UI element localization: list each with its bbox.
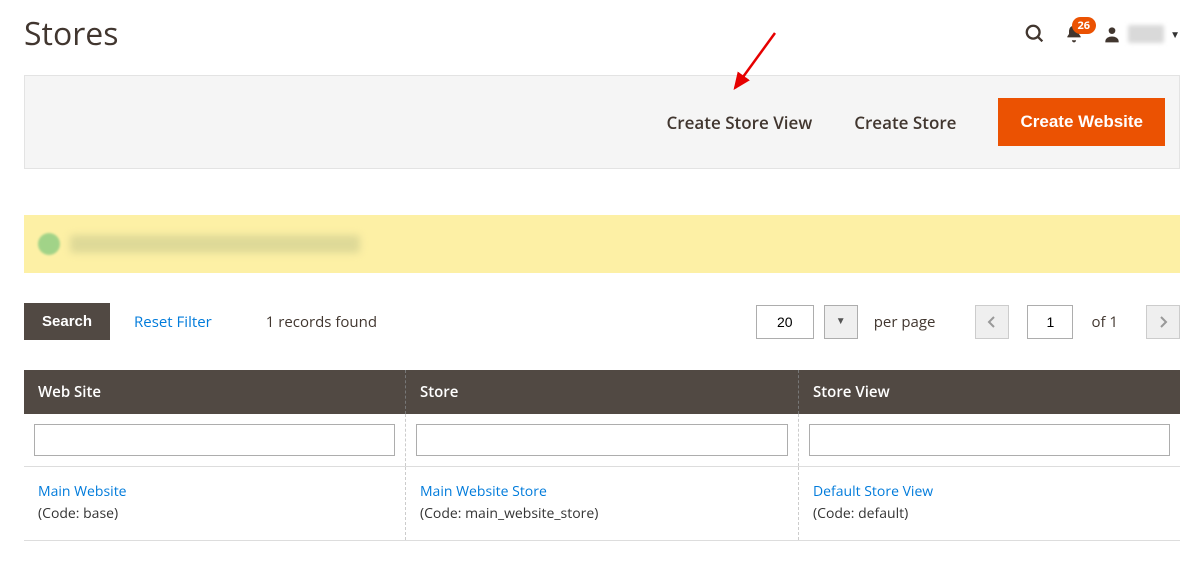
notification-badge: 26 xyxy=(1072,17,1097,34)
records-found: 1 records found xyxy=(266,312,377,332)
chevron-down-icon: ▼ xyxy=(1170,27,1180,41)
website-link[interactable]: Main Website xyxy=(38,481,391,503)
page-title: Stores xyxy=(24,12,1024,55)
prev-page-button[interactable] xyxy=(975,305,1009,339)
next-page-button[interactable] xyxy=(1146,305,1180,339)
create-store-button[interactable]: Create Store xyxy=(854,111,956,134)
chevron-down-icon: ▼ xyxy=(836,316,846,327)
per-page-label: per page xyxy=(874,312,936,332)
col-header-store[interactable]: Store xyxy=(405,370,798,414)
website-code: (Code: base) xyxy=(38,503,391,525)
chevron-right-icon xyxy=(1158,315,1168,329)
search-icon[interactable] xyxy=(1024,23,1046,45)
user-menu[interactable]: ▼ xyxy=(1102,24,1180,44)
create-store-view-button[interactable]: Create Store View xyxy=(667,111,813,134)
notifications-button[interactable]: 26 xyxy=(1064,23,1084,45)
notice-text xyxy=(70,235,360,253)
page-input[interactable] xyxy=(1027,305,1073,339)
store-view-link[interactable]: Default Store View xyxy=(813,481,1166,503)
store-code: (Code: main_website_store) xyxy=(420,503,784,525)
per-page-input[interactable] xyxy=(756,305,814,339)
search-button[interactable]: Search xyxy=(24,303,110,340)
col-header-store-view[interactable]: Store View xyxy=(799,370,1181,414)
user-icon xyxy=(1102,24,1122,44)
filter-website-input[interactable] xyxy=(34,424,395,456)
store-link[interactable]: Main Website Store xyxy=(420,481,784,503)
notice-status-icon xyxy=(38,233,60,255)
user-name xyxy=(1128,25,1164,43)
store-view-code: (Code: default) xyxy=(813,503,1166,525)
create-website-button[interactable]: Create Website xyxy=(998,98,1165,146)
filter-store-view-input[interactable] xyxy=(809,424,1170,456)
per-page-dropdown[interactable]: ▼ xyxy=(824,305,858,339)
reset-filter-link[interactable]: Reset Filter xyxy=(134,312,212,332)
chevron-left-icon xyxy=(987,315,997,329)
notice-banner xyxy=(24,215,1180,273)
filter-row xyxy=(24,414,1180,467)
col-header-website[interactable]: Web Site xyxy=(24,370,405,414)
page-of-label: of 1 xyxy=(1091,312,1118,332)
stores-table: Web Site Store Store View Main Website (… xyxy=(24,370,1180,541)
filter-store-input[interactable] xyxy=(416,424,788,456)
table-row: Main Website (Code: base) Main Website S… xyxy=(24,467,1180,541)
action-bar: Create Store View Create Store Create We… xyxy=(24,75,1180,169)
